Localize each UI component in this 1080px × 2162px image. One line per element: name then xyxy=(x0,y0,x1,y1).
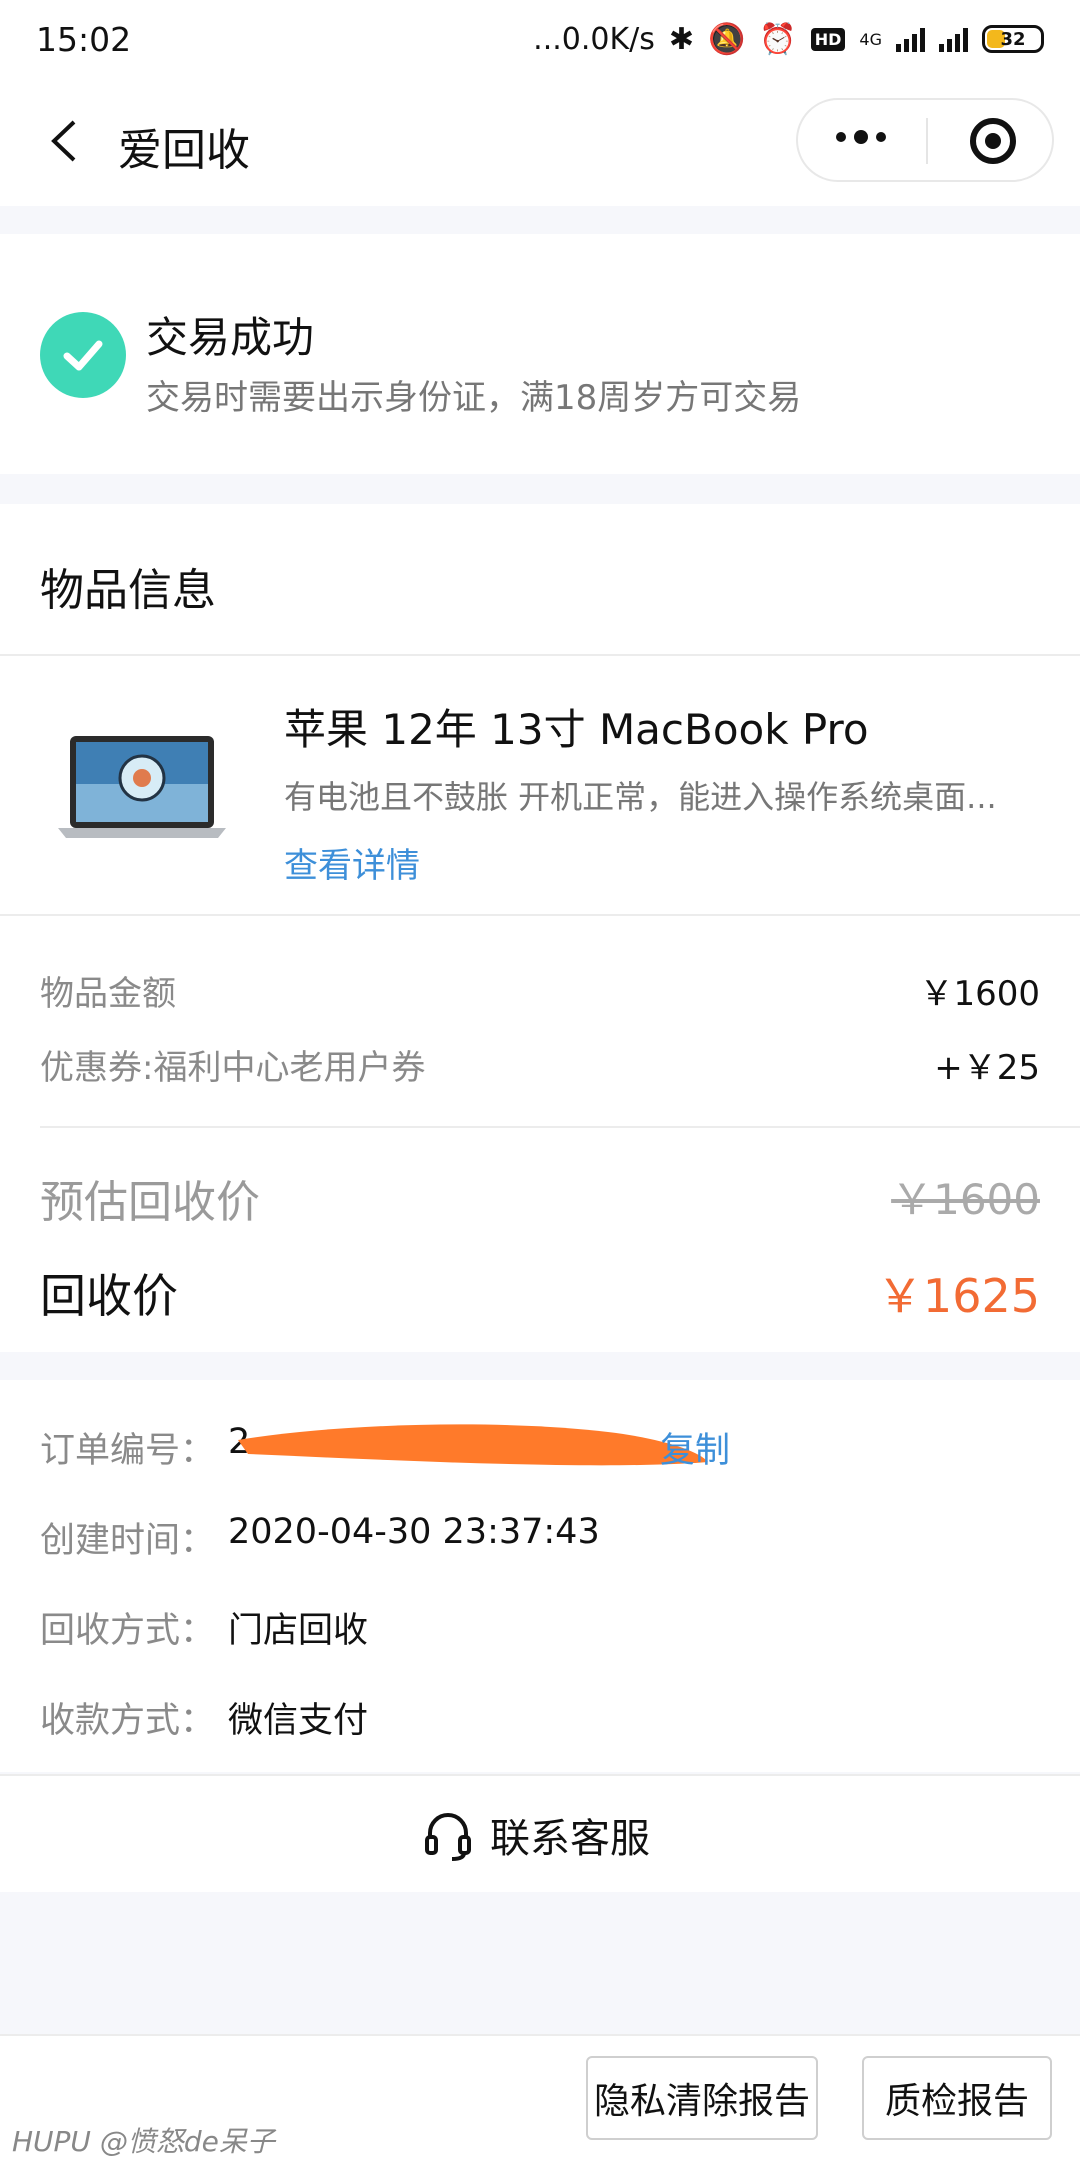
amount-label: 物品金额 xyxy=(40,974,176,1014)
contact-service-button[interactable]: 联系客服 xyxy=(0,1774,1080,1892)
divider xyxy=(0,914,1080,916)
payment-method-value: 微信支付 xyxy=(228,1701,369,1741)
divider xyxy=(0,654,1080,656)
status-time: 15:02 xyxy=(36,19,132,59)
payment-method-label: 收款方式： xyxy=(40,1701,216,1741)
signal-icon xyxy=(896,26,925,52)
headset-icon xyxy=(425,1813,471,1861)
close-target-icon[interactable] xyxy=(970,118,1016,164)
contact-service-label: 联系客服 xyxy=(490,1816,650,1862)
laptop-image xyxy=(58,736,226,838)
back-arrow-icon[interactable] xyxy=(40,116,90,166)
item-info-card: 物品信息 苹果 12年 13寸 MacBook Pro 有电池且不鼓胀 开机正常… xyxy=(0,504,1080,1352)
battery-level: 32 xyxy=(1000,28,1026,50)
recycle-method-value: 门店回收 xyxy=(228,1611,369,1651)
privacy-report-button[interactable]: 隐私清除报告 xyxy=(586,2056,818,2140)
page-title: 爱回收 xyxy=(118,125,250,176)
alarm-icon: ⏰ xyxy=(759,21,797,57)
section-title: 物品信息 xyxy=(40,565,216,616)
coupon-label: 优惠券:福利中心老用户券 xyxy=(40,1048,426,1088)
watermark: HUPU @愤怒de呆子 xyxy=(12,2125,275,2158)
copy-button[interactable]: 复制 xyxy=(660,1422,730,1473)
network-speed: ...0.0K/s xyxy=(533,21,655,57)
view-details-link[interactable]: 查看详情 xyxy=(284,838,420,887)
success-subtitle: 交易时需要出示身份证，满18周岁方可交易 xyxy=(146,378,802,418)
status-bar: 15:02 ...0.0K/s ✱ 🔕 ⏰ HD 4G 32 xyxy=(0,0,1080,78)
network-type: 4G xyxy=(859,29,882,49)
redaction-mark xyxy=(238,1424,708,1466)
estimate-price-value: ￥1600 xyxy=(891,1175,1040,1224)
bluetooth-icon: ✱ xyxy=(668,21,695,57)
recycle-method-label: 回收方式： xyxy=(40,1611,216,1651)
hd-icon: HD xyxy=(810,27,846,51)
product-name: 苹果 12年 13寸 MacBook Pro xyxy=(284,705,869,754)
success-title: 交易成功 xyxy=(146,313,315,362)
nav-bar: 爱回收 xyxy=(0,78,1080,206)
estimate-price-label: 预估回收价 xyxy=(40,1177,260,1228)
final-price-label: 回收价 xyxy=(40,1269,178,1323)
divider xyxy=(40,1126,1080,1128)
final-price-value: ￥1625 xyxy=(876,1269,1040,1323)
product-description: 有电池且不鼓胀 开机正常，能进入操作系统桌面... xyxy=(284,778,997,816)
success-card: 交易成功 交易时需要出示身份证，满18周岁方可交易 xyxy=(0,234,1080,474)
coupon-value: +￥25 xyxy=(934,1048,1040,1088)
battery-icon: 32 xyxy=(982,25,1044,53)
created-time-label: 创建时间： xyxy=(40,1521,216,1561)
signal-icon-2 xyxy=(939,26,968,52)
mini-program-capsule xyxy=(796,98,1054,182)
check-icon xyxy=(40,312,126,398)
amount-value: ￥1600 xyxy=(919,974,1040,1014)
quality-report-button[interactable]: 质检报告 xyxy=(862,2056,1052,2140)
order-number-label: 订单编号： xyxy=(40,1431,216,1471)
more-icon[interactable] xyxy=(836,130,886,144)
mute-icon: 🔕 xyxy=(708,21,746,57)
created-time-value: 2020-04-30 23:37:43 xyxy=(228,1512,600,1552)
status-icons: ...0.0K/s ✱ 🔕 ⏰ HD 4G 32 xyxy=(533,22,1044,57)
order-info-card: 订单编号： 2 复制 创建时间： 2020-04-30 23:37:43 回收方… xyxy=(0,1380,1080,1772)
